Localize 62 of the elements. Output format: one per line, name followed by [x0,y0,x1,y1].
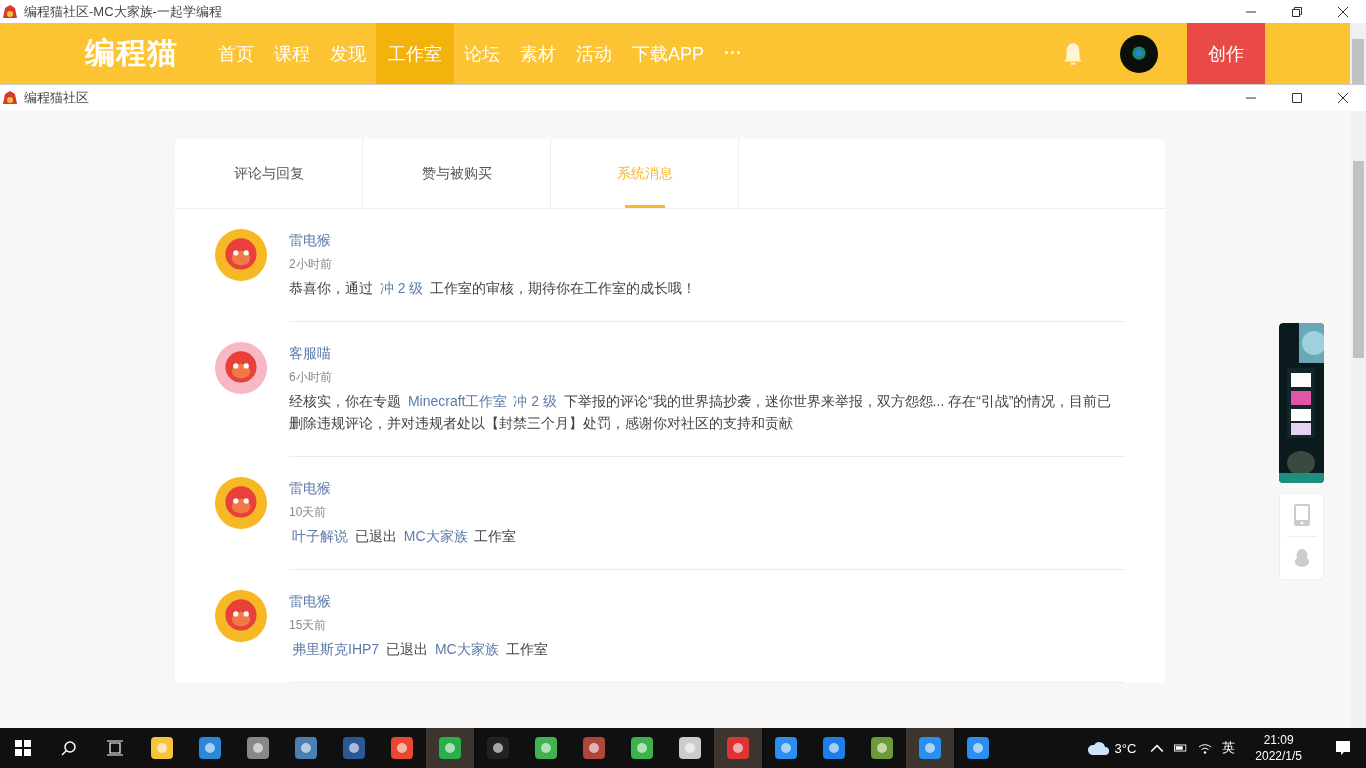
taskbar-button[interactable] [426,728,474,768]
sender-name[interactable]: 雷电猴 [289,229,331,251]
app-icon[interactable] [918,736,942,760]
app-icon[interactable] [678,736,702,760]
tab[interactable]: 评论与回复 [175,139,363,208]
app-logo-icon [2,90,18,106]
message-time: 2小时前 [289,256,333,273]
sender-name[interactable]: 雷电猴 [289,590,331,612]
input-method-text[interactable]: 英 [1222,739,1236,757]
app-icon[interactable] [486,736,510,760]
message-link[interactable]: Minecraft工作室 [404,393,511,409]
message-link[interactable]: 弗里斯克IHP7 [289,641,383,657]
app-icon[interactable] [726,736,750,760]
message-text: 恭喜你，通过 冲 2 级 工作室的审核，期待你在工作室的成长哦！ [289,279,698,298]
app-icon[interactable] [822,736,846,760]
taskbar-button[interactable] [714,728,762,768]
app-icon[interactable] [774,736,798,760]
window-title: 编程猫社区-MC大家族-一起学编程 [24,2,222,21]
message-text: 经核实，你在专题 Minecraft工作室 冲 2 级 下举报的评论“我的世界搞抄袭，迷你世界来举报，双方怨怨... 存在“引战”的情况，目前已删除违规评论，并对违规者处以【封禁三个月】处罚，感谢你对社区的支持和贡献 [289,392,1113,433]
message-text: 弗里斯克IHP7 已退出 MC大家族 工作室 [289,638,1125,660]
app-icon[interactable] [342,736,366,760]
battery-icon[interactable] [1174,742,1189,754]
wifi-icon[interactable] [1198,742,1213,754]
app-logo-icon [2,3,18,20]
app-icon[interactable] [630,736,654,760]
clock-time[interactable]: 21:09 [1263,732,1294,748]
message-link[interactable]: MC大家族 [431,641,502,657]
message-text: 叶子解说 已退出 MC大家族 工作室 [289,525,1125,547]
avatar-icon[interactable] [215,590,267,642]
scrollbar[interactable] [1351,111,1366,728]
message-link[interactable]: 冲 2 级 [510,393,561,409]
tab[interactable]: 赞与被购买 [363,139,551,208]
app-icon[interactable] [198,736,222,760]
create-button[interactable]: 创作 [1187,23,1265,84]
app-icon[interactable] [246,736,270,760]
app-icon[interactable] [150,736,174,760]
avatar-icon[interactable] [215,229,267,281]
message-time: 6小时前 [289,369,333,386]
app-icon[interactable] [294,736,318,760]
sender-name[interactable]: 雷电猴 [289,477,331,499]
sender-name[interactable]: 客服喵 [289,342,331,364]
app-icon[interactable] [966,736,990,760]
app-icon[interactable] [438,736,462,760]
avatar-icon[interactable] [215,342,267,394]
user-avatar[interactable] [1120,34,1158,73]
app-icon[interactable] [582,736,606,760]
scrollbar[interactable] [1350,23,1366,84]
message-time: 10天前 [289,504,328,521]
app-icon[interactable] [534,736,558,760]
avatar-icon[interactable] [215,477,267,529]
window-title: 编程猫社区 [24,89,89,107]
message-link[interactable]: MC大家族 [400,528,471,544]
message-time: 15天前 [289,617,328,634]
chevron-up-icon[interactable] [1150,742,1165,754]
taskbar-button[interactable] [906,728,954,768]
cloud-icon [1086,740,1111,756]
message-link[interactable]: 冲 2 级 [376,280,427,296]
message-link[interactable]: 叶子解说 [289,528,351,544]
weather-text[interactable]: 3°C [1114,740,1137,756]
app-icon[interactable] [870,736,894,760]
clock-date[interactable]: 2022/1/5 [1255,748,1302,764]
app-icon[interactable] [390,736,414,760]
